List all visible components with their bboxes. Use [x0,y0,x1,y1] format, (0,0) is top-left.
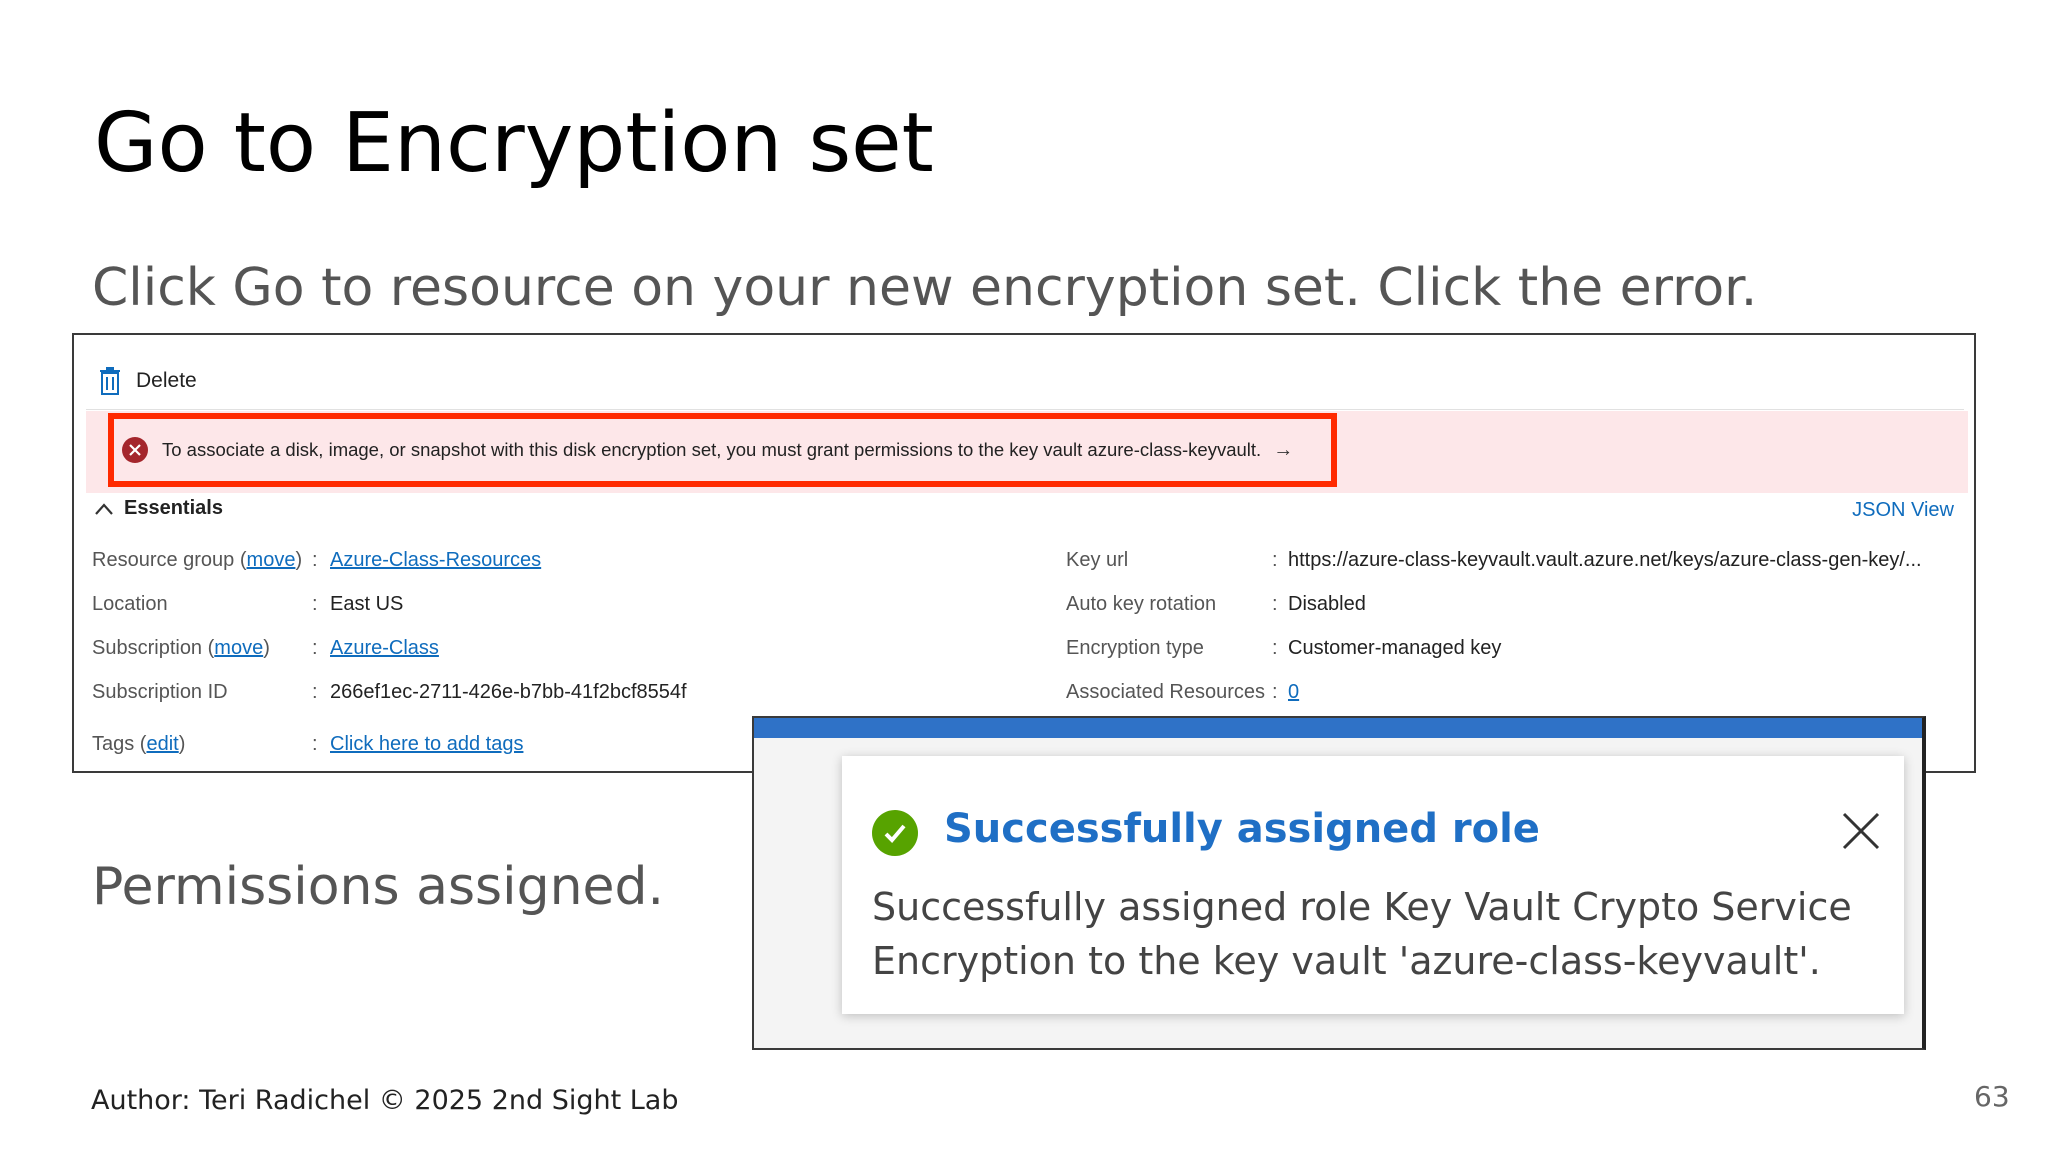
encryption-type-label: Encryption type [1066,637,1204,659]
key-url-value: https://azure-class-keyvault.vault.azure… [1288,549,1922,571]
resource-group-link[interactable]: Azure-Class-Resources [330,549,541,571]
subscription-link[interactable]: Azure-Class [330,637,439,659]
subscription-label: Subscription (move) [92,637,270,659]
auto-key-rotation-value: Disabled [1288,593,1366,615]
colon: : [1272,637,1278,659]
key-url-label: Key url [1066,549,1129,571]
close-button[interactable] [1842,812,1880,850]
error-message: To associate a disk, image, or snapshot … [162,439,1262,460]
location-value: East US [330,593,404,615]
error-circle-icon [122,437,148,463]
colon: : [312,593,318,615]
essentials-label: Essentials [124,497,223,519]
location-label: Location [92,593,168,615]
resource-group-move-link[interactable]: move [247,549,296,571]
arrow-right-icon: → [1273,438,1294,461]
colon: : [312,549,318,571]
auto-key-rotation-label: Auto key rotation [1066,593,1217,615]
slide-title: Go to Encryption set [94,96,934,191]
checkmark-circle-icon [872,810,918,856]
colon: : [1272,593,1278,615]
subscription-id-label: Subscription ID [92,681,228,703]
command-bar: Delete [74,335,1974,409]
error-message-button[interactable]: To associate a disk, image, or snapshot … [108,413,1337,487]
success-notification: Successfully assigned role Successfully … [842,756,1904,1014]
close-icon [1842,812,1880,850]
tags-edit-link[interactable]: edit [146,733,178,755]
associated-resources-link[interactable]: 0 [1288,681,1299,703]
colon: : [312,637,318,659]
azure-screenshot-panel: Delete To associate a disk, image, or sn… [72,333,1976,773]
tags-value: Click here to add tags [330,733,523,756]
add-tags-link[interactable]: Click here to add tags [330,733,523,755]
permissions-note: Permissions assigned. [92,857,665,917]
notification-body: Successfully assigned role Key Vault Cry… [872,885,1852,983]
associated-resources-label: Associated Resources [1066,681,1265,703]
colon: : [1272,681,1278,703]
resource-group-value: Azure-Class-Resources [330,549,541,572]
notification-header-bar [754,718,1922,738]
colon: : [1272,549,1278,571]
trash-icon [100,367,120,395]
instruction-text: Click Go to resource on your new encrypt… [92,258,1758,318]
subscription-move-link[interactable]: move [214,637,263,659]
subscription-id-value: 266ef1ec-2711-426e-b7bb-41f2bcf8554f [330,681,687,703]
error-banner: To associate a disk, image, or snapshot … [86,411,1968,493]
delete-button[interactable]: Delete [98,365,197,397]
tags-label: Tags (edit) [92,733,186,755]
notification-screenshot: Successfully assigned role Successfully … [752,716,1926,1050]
footer-author: Author: Teri Radichel © 2025 2nd Sight L… [91,1085,679,1116]
colon: : [312,733,318,755]
notification-title: Successfully assigned role [944,806,1540,852]
subscription-value: Azure-Class [330,637,439,660]
json-view-link[interactable]: JSON View [1852,499,1954,522]
divider [86,409,1964,410]
colon: : [312,681,318,703]
encryption-type-value: Customer-managed key [1288,637,1502,659]
essentials-toggle[interactable]: Essentials [94,497,223,520]
resource-group-label: Resource group (move) [92,549,303,571]
page-number: 63 [1974,1080,2010,1113]
associated-resources-value: 0 [1288,681,1299,704]
delete-label: Delete [136,369,197,392]
chevron-up-icon [95,502,113,515]
